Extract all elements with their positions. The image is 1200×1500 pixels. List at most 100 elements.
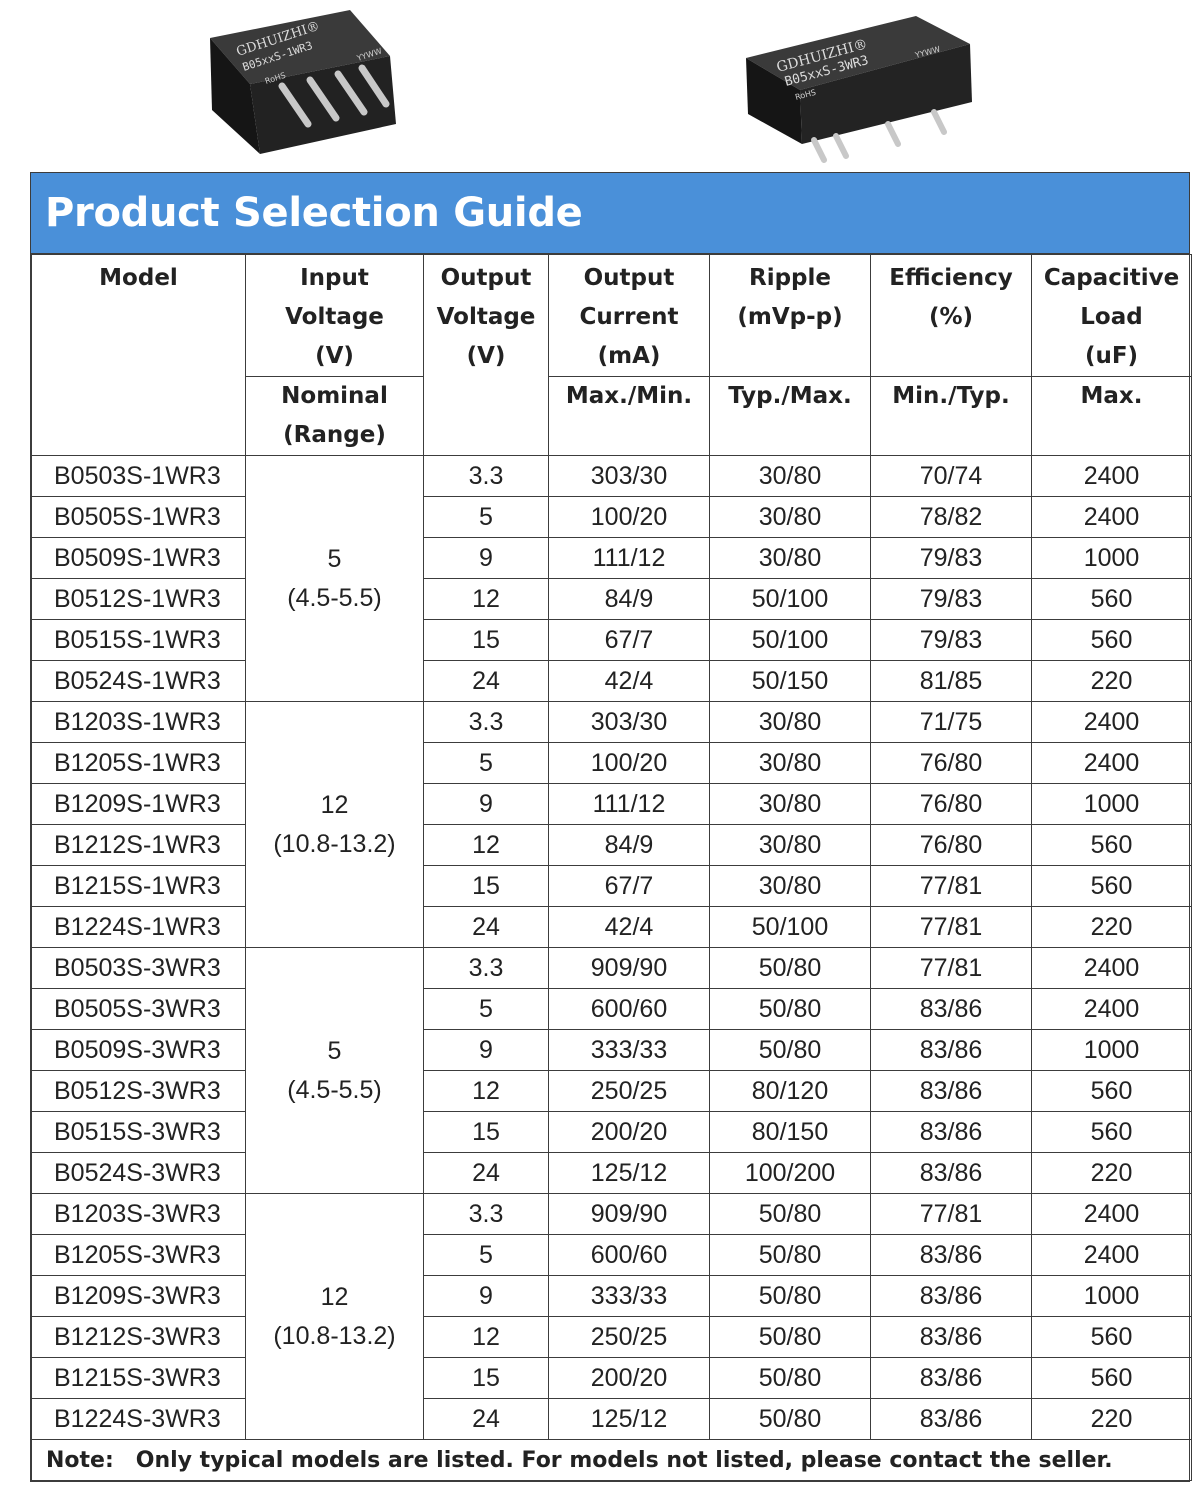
capacitive-load-cell: 2400 [1031,496,1192,538]
table-row: B1209S-3WR3 9 333/33 50/80 83/86 1000 [31,1275,1192,1317]
efficiency-cell: 78/82 [870,496,1032,538]
output-voltage-cell: 3.3 [423,1193,549,1235]
table-row: B0515S-1WR3 15 67/7 50/100 79/83 560 [31,619,1192,661]
efficiency-cell: 76/80 [870,742,1032,784]
capacitive-load-cell: 1000 [1031,1029,1192,1071]
note-label: Note: [46,1447,114,1473]
capacitive-load-cell: 2400 [1031,988,1192,1030]
output-voltage-cell: 9 [423,1029,549,1071]
subheader-ripple: Typ./Max. [709,376,871,456]
output-voltage-cell: 24 [423,660,549,702]
capacitive-load-cell: 1000 [1031,783,1192,825]
output-current-cell: 67/7 [548,865,710,907]
table-row: B1203S-1WR3 12 (10.8-13.2) 3.3 303/30 30/80 71… [31,701,1192,948]
output-current-cell: 333/33 [548,1275,710,1317]
model-cell: B1224S-3WR3 [31,1398,246,1440]
output-current-cell: 200/20 [548,1357,710,1399]
efficiency-cell: 83/86 [870,1070,1032,1112]
capacitive-load-cell: 220 [1031,1152,1192,1194]
table-row: B1205S-3WR3 5 600/60 50/80 83/86 2400 [31,1234,1192,1276]
table-row: B1224S-3WR3 24 125/12 50/80 83/86 220 [31,1398,1192,1440]
output-current-cell: 600/60 [548,988,710,1030]
capacitive-load-cell: 560 [1031,1316,1192,1358]
input-range: (10.8-13.2) [273,829,396,858]
output-current-cell: 67/7 [548,619,710,661]
output-voltage-cell: 15 [423,1111,549,1153]
model-cell: B0503S-3WR3 [31,947,246,989]
model-cell: B0503S-1WR3 [31,455,246,497]
table-row: B0505S-1WR3 5 100/20 30/80 78/82 2400 [31,496,1192,538]
output-voltage-cell: 15 [423,865,549,907]
output-voltage-cell: 12 [423,1316,549,1358]
output-voltage-cell: 5 [423,1234,549,1276]
header-ripple: Ripple (mVp-p) [709,254,871,377]
input-range: (4.5-5.5) [287,1075,382,1104]
output-current-cell: 125/12 [548,1152,710,1194]
efficiency-cell: 76/80 [870,824,1032,866]
model-cell: B0505S-1WR3 [31,496,246,538]
model-cell: B0509S-3WR3 [31,1029,246,1071]
output-current-cell: 100/20 [548,496,710,538]
table-body: B0503S-1WR3 5 (4.5-5.5) 3.3 303/30 30/80 70/74… [31,455,1192,1440]
table-row: B0505S-3WR3 5 600/60 50/80 83/86 2400 [31,988,1192,1030]
capacitive-load-cell: 560 [1031,578,1192,620]
output-voltage-cell: 5 [423,496,549,538]
model-cell: B0524S-1WR3 [31,660,246,702]
input-voltage-cell: 5 (4.5-5.5) [245,947,424,1194]
efficiency-cell: 83/86 [870,1111,1032,1153]
ripple-cell: 50/150 [709,660,871,702]
efficiency-cell: 76/80 [870,783,1032,825]
output-current-cell: 600/60 [548,1234,710,1276]
output-voltage-cell: 5 [423,742,549,784]
ripple-cell: 30/80 [709,701,871,743]
capacitive-load-cell: 2400 [1031,742,1192,784]
efficiency-cell: 83/86 [870,1357,1032,1399]
product-images: GDHUIZHI® B05xxS-1WR3 RoHS YYWW GDHUIZHI… [0,0,1200,170]
efficiency-cell: 77/81 [870,865,1032,907]
output-current-cell: 111/12 [548,537,710,579]
input-range: (10.8-13.2) [273,1321,396,1350]
output-current-cell: 909/90 [548,1193,710,1235]
ripple-cell: 30/80 [709,496,871,538]
output-current-cell: 333/33 [548,1029,710,1071]
output-current-cell: 125/12 [548,1398,710,1440]
table-row: B0512S-1WR3 12 84/9 50/100 79/83 560 [31,578,1192,620]
model-cell: B0505S-3WR3 [31,988,246,1030]
table-row: B1212S-1WR3 12 84/9 30/80 76/80 560 [31,824,1192,866]
output-voltage-cell: 3.3 [423,455,549,497]
ripple-cell: 30/80 [709,783,871,825]
model-cell: B0515S-1WR3 [31,619,246,661]
efficiency-cell: 77/81 [870,1193,1032,1235]
efficiency-cell: 81/85 [870,660,1032,702]
table-row: B1203S-3WR3 12 (10.8-13.2) 3.3 909/90 50/80 77… [31,1193,1192,1440]
output-current-cell: 111/12 [548,783,710,825]
model-cell: B1205S-3WR3 [31,1234,246,1276]
output-voltage-cell: 15 [423,619,549,661]
capacitive-load-cell: 1000 [1031,1275,1192,1317]
model-cell: B0512S-3WR3 [31,1070,246,1112]
model-cell: B1205S-1WR3 [31,742,246,784]
output-current-cell: 200/20 [548,1111,710,1153]
ripple-cell: 50/100 [709,619,871,661]
selection-table: Model Input Voltage (V) Output Voltage (V) O… [31,254,1192,1481]
output-voltage-cell: 24 [423,1152,549,1194]
output-current-cell: 250/25 [548,1070,710,1112]
model-cell: B0524S-3WR3 [31,1152,246,1194]
table-row: B0524S-1WR3 24 42/4 50/150 81/85 220 [31,660,1192,702]
header-model: Model [31,254,246,456]
module-3w-image: GDHUIZHI® B05xxS-3WR3 RoHS YYWW [746,16,972,163]
capacitive-load-cell: 1000 [1031,537,1192,579]
output-current-cell: 909/90 [548,947,710,989]
output-voltage-cell: 12 [423,824,549,866]
efficiency-cell: 83/86 [870,988,1032,1030]
subheader-capacitive: Max. [1031,376,1192,456]
subheader-output-current: Max./Min. [548,376,710,456]
table-row: B1212S-3WR3 12 250/25 50/80 83/86 560 [31,1316,1192,1358]
capacitive-load-cell: 2400 [1031,701,1192,743]
table-row: B0524S-3WR3 24 125/12 100/200 83/86 220 [31,1152,1192,1194]
output-voltage-cell: 12 [423,1070,549,1112]
model-cell: B0515S-3WR3 [31,1111,246,1153]
input-nominal: 5 [327,544,342,573]
ripple-cell: 30/80 [709,455,871,497]
capacitive-load-cell: 560 [1031,1070,1192,1112]
